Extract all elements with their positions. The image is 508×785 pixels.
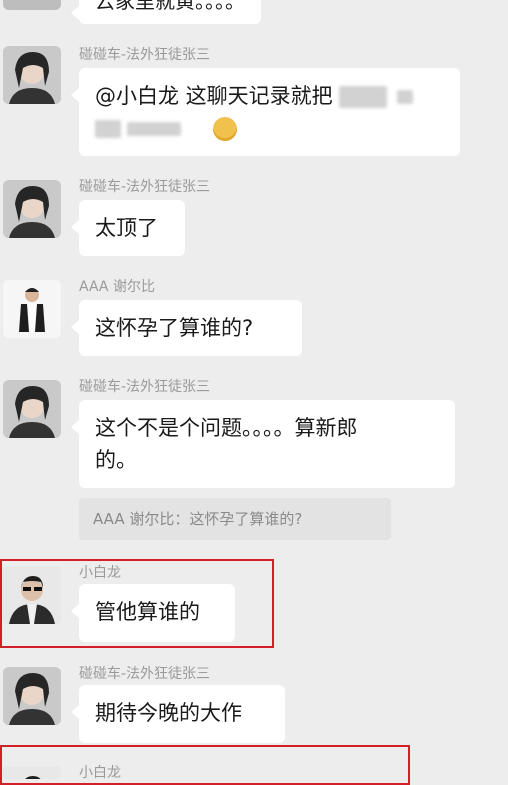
avatar[interactable] xyxy=(3,667,61,725)
avatar[interactable] xyxy=(3,0,61,10)
sender-name: AAA 谢尔比 xyxy=(79,279,155,295)
message-bubble[interactable]: 这个不是个问题。。。。算新郎 的。 xyxy=(71,400,455,488)
avatar[interactable] xyxy=(3,566,61,624)
message-bubble[interactable]: 期待今晚的大作 xyxy=(71,685,285,743)
sender-name: 碰碰车-法外狂徒张三 xyxy=(79,47,211,63)
quoted-text: AAA 谢尔比：这怀孕了算谁的? xyxy=(93,510,303,528)
chat-history: 云家里就黄。。。。 碰碰车-法外狂徒张三 @小白龙 这聊天记录就把 碰碰车-法外… xyxy=(0,0,508,785)
message-text: 这怀孕了算谁的? xyxy=(95,316,254,340)
message-text: 太顶了 xyxy=(95,216,158,240)
avatar[interactable] xyxy=(3,280,61,338)
message-text: 的。 xyxy=(95,448,137,472)
message-bubble[interactable]: @小白龙 这聊天记录就把 xyxy=(71,68,460,156)
quoted-reply[interactable]: AAA 谢尔比：这怀孕了算谁的? xyxy=(79,498,391,540)
message-bubble[interactable]: 云家里就黄。。。。 xyxy=(71,0,261,24)
emoji-icon xyxy=(213,117,237,141)
message-bubble[interactable]: 这怀孕了算谁的? xyxy=(71,300,302,356)
avatar[interactable] xyxy=(3,46,61,104)
message-bubble[interactable]: 太顶了 xyxy=(71,200,185,256)
sender-name: 小白龙 xyxy=(79,565,121,581)
avatar[interactable] xyxy=(3,180,61,238)
avatar[interactable] xyxy=(3,380,61,438)
message-text: 这个不是个问题。。。。算新郎 xyxy=(95,416,358,440)
message-bubble[interactable]: 管他算谁的 xyxy=(71,584,235,642)
message-text: 期待今晚的大作 xyxy=(95,701,242,725)
message-text: @小白龙 这聊天记录就把 xyxy=(95,84,333,108)
highlight-box xyxy=(0,745,410,785)
sender-name: 小白龙 xyxy=(79,765,121,781)
avatar[interactable] xyxy=(3,766,61,779)
sender-name: 碰碰车-法外狂徒张三 xyxy=(79,179,211,195)
sender-name: 碰碰车-法外狂徒张三 xyxy=(79,666,211,682)
redacted-text xyxy=(127,122,181,136)
sender-name: 碰碰车-法外狂徒张三 xyxy=(79,379,211,395)
redacted-text xyxy=(95,120,121,138)
message-text: 云家里就黄。。。。 xyxy=(95,0,245,13)
message-text: 管他算谁的 xyxy=(95,600,200,624)
redacted-text xyxy=(338,86,387,108)
redacted-text xyxy=(396,90,413,104)
